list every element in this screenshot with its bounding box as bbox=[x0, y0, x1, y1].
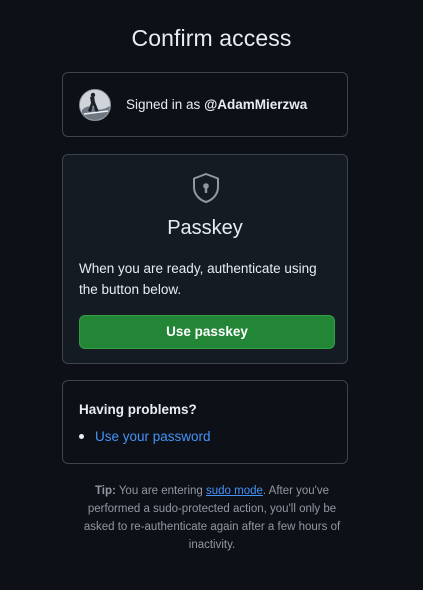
tip-label: Tip: bbox=[94, 485, 116, 497]
bullet-icon bbox=[79, 434, 84, 439]
avatar-image-icon bbox=[80, 89, 110, 120]
use-passkey-button[interactable]: Use passkey bbox=[79, 315, 335, 349]
problems-title: Having problems? bbox=[79, 402, 197, 417]
use-password-link[interactable]: Use your password bbox=[95, 429, 211, 444]
page-title: Confirm access bbox=[131, 25, 292, 51]
passkey-title: Passkey bbox=[167, 217, 243, 239]
avatar bbox=[79, 88, 111, 121]
signed-in-prefix: Signed in as bbox=[126, 97, 205, 112]
passkey-description: When you are ready, authenticate using t… bbox=[79, 261, 317, 297]
username: @AdamMierzwa bbox=[204, 97, 308, 112]
tip-text-before: You are entering bbox=[115, 485, 206, 497]
sudo-mode-tip: Tip: You are entering sudo mode. After y… bbox=[80, 482, 344, 554]
list-item: Use your password bbox=[79, 429, 211, 444]
shield-lock-icon bbox=[193, 173, 219, 203]
having-problems-card: Having problems? Use your password bbox=[62, 380, 348, 464]
confirm-access-page: Confirm access Signed in as @AdamMierzwa… bbox=[0, 0, 423, 590]
sudo-mode-link[interactable]: sudo mode bbox=[206, 485, 263, 497]
passkey-card: Passkey When you are ready, authenticate… bbox=[62, 154, 348, 364]
signed-in-card: Signed in as @AdamMierzwa bbox=[62, 72, 348, 137]
problems-list: Use your password bbox=[79, 429, 211, 444]
signed-in-text: Signed in as @AdamMierzwa bbox=[126, 97, 307, 112]
